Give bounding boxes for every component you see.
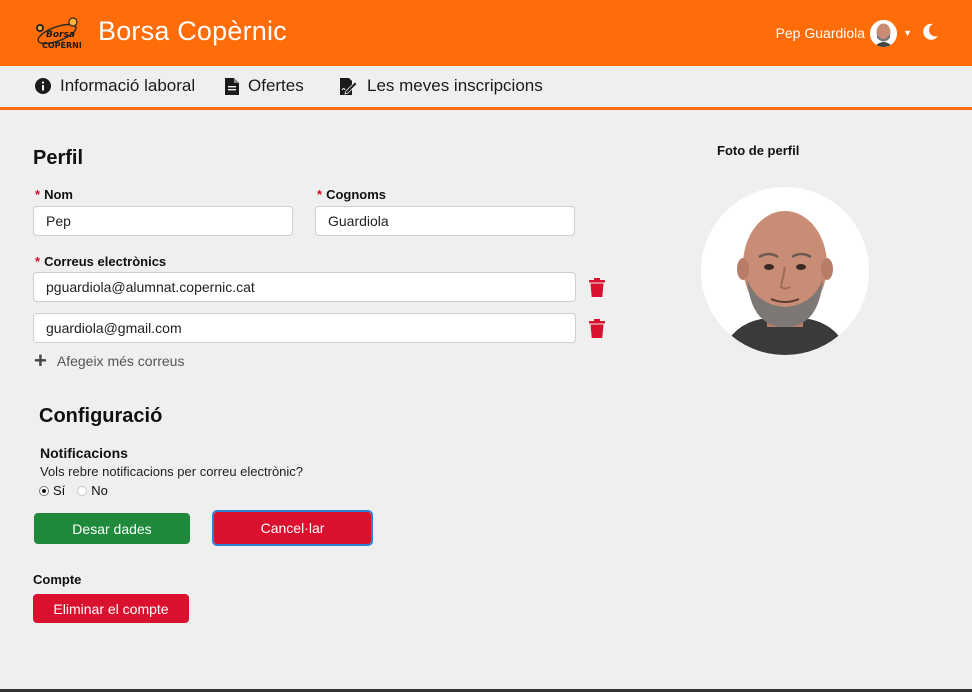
surname-field-label: * Cognoms: [317, 187, 387, 202]
config-section-title: Configuració: [39, 405, 163, 427]
profile-photo-label: Foto de perfil: [717, 143, 800, 158]
radio-no-button[interactable]: [77, 485, 88, 496]
nav-item-inscripcions[interactable]: Les meves inscripcions: [340, 76, 543, 96]
radio-yes[interactable]: Sí: [39, 483, 65, 498]
required-mark: *: [35, 187, 41, 202]
main-navigation: Informació laboral Ofertes Les meves ins…: [0, 66, 972, 110]
radio-no-label: No: [91, 483, 108, 498]
nav-item-label: Informació laboral: [60, 76, 196, 95]
delete-account-button[interactable]: Eliminar el compte: [33, 594, 189, 623]
email-input-2[interactable]: [33, 313, 576, 343]
save-button[interactable]: Desar dades: [34, 513, 190, 544]
svg-text:COPÈRNIC: COPÈRNIC: [42, 39, 81, 50]
user-name[interactable]: Pep Guardiola: [776, 25, 866, 41]
name-input[interactable]: [33, 206, 293, 236]
notifications-title: Notificacions: [40, 445, 128, 461]
app-title[interactable]: Borsa Copèrnic: [98, 16, 287, 47]
document-icon: [225, 77, 239, 95]
nav-item-label: Les meves inscripcions: [367, 76, 543, 95]
dark-mode-moon-icon[interactable]: [920, 22, 940, 42]
trash-icon[interactable]: [589, 278, 605, 297]
app-header: Borsa COPÈRNIC Borsa Copèrnic Pep Guardi…: [0, 0, 972, 66]
emails-field-label: * Correus electrònics: [35, 254, 167, 269]
profile-photo[interactable]: [701, 187, 869, 355]
required-mark: *: [35, 254, 41, 269]
nav-item-ofertes[interactable]: Ofertes: [225, 76, 304, 96]
user-menu[interactable]: Pep Guardiola ▼: [776, 18, 912, 48]
radio-yes-button[interactable]: [39, 485, 49, 496]
radio-yes-label: Sí: [53, 483, 66, 498]
name-field-label: * Nom: [35, 187, 73, 202]
notifications-radio-group: Sí No: [39, 483, 120, 498]
surname-input[interactable]: [315, 206, 575, 236]
signature-icon: [340, 77, 358, 95]
account-section-title: Compte: [33, 572, 82, 587]
plus-icon: +: [34, 348, 47, 373]
cancel-button[interactable]: Cancel·lar: [212, 510, 373, 546]
nav-item-label: Ofertes: [248, 76, 304, 95]
add-more-emails-button[interactable]: + Afegeix més correus: [34, 348, 185, 373]
borsa-copernic-logo[interactable]: Borsa COPÈRNIC: [33, 15, 81, 53]
notifications-question: Vols rebre notificacions per correu elec…: [40, 464, 304, 479]
chevron-down-icon[interactable]: ▼: [903, 28, 912, 38]
add-more-emails-label: Afegeix més correus: [56, 353, 185, 369]
profile-section-title: Perfil: [33, 147, 84, 169]
info-circle-icon: [35, 78, 51, 94]
radio-no[interactable]: No: [77, 483, 108, 498]
svg-text:Borsa: Borsa: [46, 30, 75, 40]
email-input-1[interactable]: [33, 272, 576, 302]
nav-item-informacio-laboral[interactable]: Informació laboral: [35, 76, 195, 96]
required-mark: *: [317, 187, 323, 202]
user-avatar[interactable]: [870, 19, 898, 47]
trash-icon[interactable]: [589, 319, 605, 338]
